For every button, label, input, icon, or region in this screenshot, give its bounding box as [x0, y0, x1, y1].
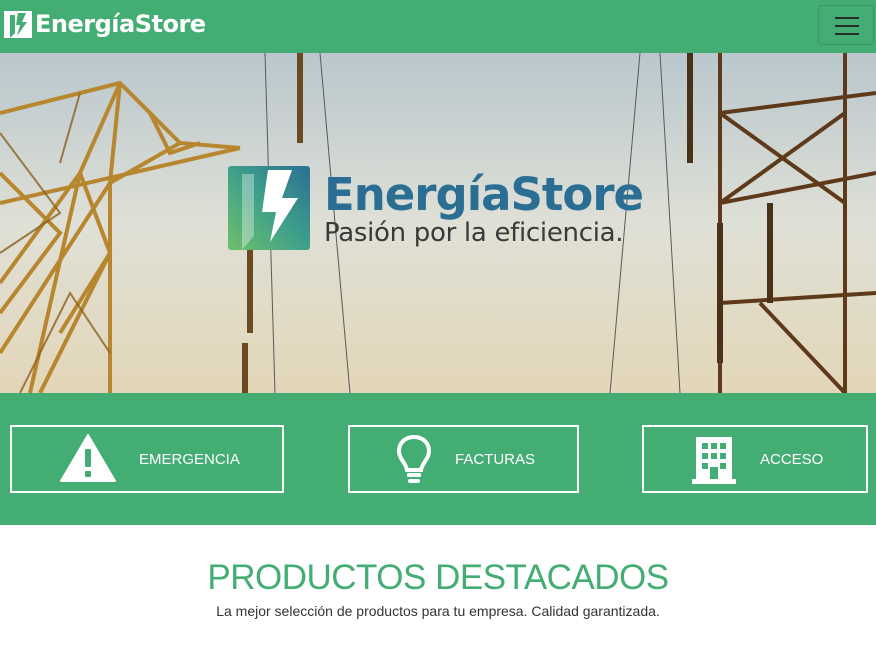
emergency-label: EMERGENCIA — [139, 451, 240, 468]
invoices-label: FACTURAS — [455, 451, 536, 468]
building-icon — [692, 437, 736, 484]
menu-toggle-button[interactable] — [818, 5, 874, 45]
hero-logo-icon — [228, 166, 310, 250]
featured-products-heading: PRODUCTOS DESTACADOS — [207, 558, 669, 597]
quick-actions-bar: EMERGENCIA FACTURAS ACCESO — [0, 393, 876, 525]
navbar: EnergíaStore — [0, 0, 876, 53]
lightbulb-icon — [396, 434, 432, 483]
brand-logo-icon — [4, 10, 32, 38]
access-button[interactable]: ACCESO — [642, 425, 868, 493]
hero-tagline: Pasión por la eficiencia. — [324, 218, 624, 248]
access-label: ACCESO — [760, 451, 824, 468]
invoices-button[interactable]: FACTURAS — [348, 425, 579, 493]
hero-title: EnergíaStore — [324, 168, 644, 221]
emergency-button[interactable]: EMERGENCIA — [10, 425, 284, 493]
hero-banner: EnergíaStore Pasión por la eficiencia. — [0, 53, 876, 393]
brand-link[interactable]: EnergíaStore — [4, 9, 206, 39]
warning-triangle-icon — [60, 434, 116, 482]
brand-name: EnergíaStore — [35, 10, 206, 38]
featured-products-subtitle: La mejor selección de productos para tu … — [216, 603, 660, 619]
